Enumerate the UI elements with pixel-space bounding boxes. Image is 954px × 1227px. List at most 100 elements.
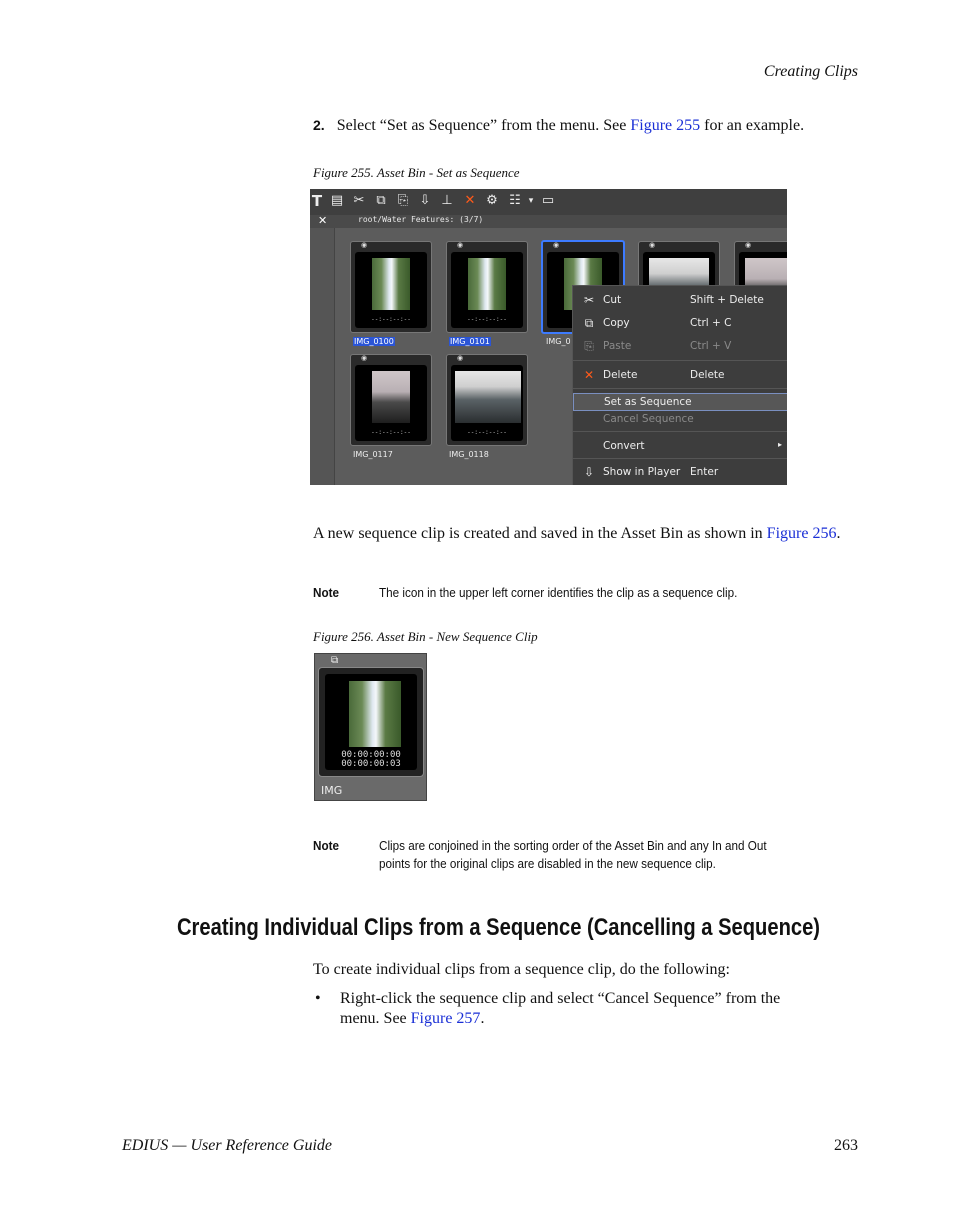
camera-icon: ◉ bbox=[745, 241, 752, 249]
submenu-arrow-icon: ▸ bbox=[777, 440, 782, 449]
paragraph-1: A new sequence clip is created and saved… bbox=[313, 524, 853, 544]
camera-icon: ◉ bbox=[649, 241, 656, 249]
scissors-icon: ✂ bbox=[583, 293, 595, 307]
menu-shortcut: Ctrl + C bbox=[690, 317, 732, 329]
context-menu: ✂ Cut Shift + Delete ⧉ Copy Ctrl + C ⎘ P… bbox=[572, 285, 787, 485]
menu-shortcut: Enter bbox=[690, 466, 719, 478]
copy-icon: ⧉ bbox=[584, 316, 594, 330]
paste-icon: ⎘ bbox=[584, 339, 594, 353]
paragraph-end: . bbox=[836, 525, 841, 542]
menu-label: Set as Sequence bbox=[604, 396, 692, 408]
clip-thumbnail[interactable]: ◉ --:--:--:-- bbox=[446, 354, 528, 446]
folder-path: root/Water Features: (3/7) bbox=[358, 215, 484, 224]
step-text-end: for an example. bbox=[700, 117, 805, 134]
figure-255-caption: Figure 255. Asset Bin - Set as Sequence bbox=[313, 165, 520, 180]
clip-thumbnail[interactable]: ◉ --:--:--:-- bbox=[350, 354, 432, 446]
bullet-marker: • bbox=[315, 990, 321, 1007]
bullet-end: . bbox=[480, 1010, 485, 1027]
menu-item-cancel-sequence[interactable]: Cancel Sequence bbox=[573, 411, 787, 429]
menu-label: Cancel Sequence bbox=[603, 413, 694, 425]
paragraph-2: To create individual clips from a sequen… bbox=[313, 961, 730, 978]
menu-item-show-in-player[interactable]: ⇩ Show in Player Enter bbox=[573, 464, 787, 482]
camera-icon: ◉ bbox=[457, 241, 464, 249]
figure-256-screenshot: ⧉ 00:00:00:00 00:00:00:03 IMG bbox=[314, 653, 427, 801]
clip-timecodes: 00:00:00:00 00:00:00:03 bbox=[325, 751, 417, 769]
menu-shortcut: Shift + Delete bbox=[690, 294, 764, 306]
sea-image bbox=[455, 371, 521, 423]
folder-path-bar: ✕ root/Water Features: (3/7) bbox=[310, 214, 787, 228]
menu-label: Copy bbox=[603, 317, 630, 329]
figure-256-link[interactable]: Figure 256 bbox=[767, 525, 837, 542]
bullet-text: menu. See bbox=[340, 1010, 411, 1027]
camera-icon: ◉ bbox=[553, 241, 560, 249]
clip-label[interactable]: IMG_0101 bbox=[449, 337, 491, 346]
step-number: 2. bbox=[313, 117, 325, 133]
note-line: Clips are conjoined in the sorting order… bbox=[379, 838, 767, 853]
player-icon: ⇩ bbox=[583, 465, 595, 479]
monitor-icon[interactable]: ▭ bbox=[541, 194, 555, 208]
close-icon[interactable]: ✕ bbox=[318, 214, 327, 227]
menu-shortcut: Ctrl + V bbox=[690, 340, 732, 352]
view-dropdown-icon[interactable]: ▾ bbox=[524, 194, 538, 208]
clip-timecode: --:--:--:-- bbox=[371, 316, 411, 323]
note-line: points for the original clips are disabl… bbox=[379, 856, 716, 871]
menu-label: Delete bbox=[603, 369, 638, 381]
figure-255-screenshot: T ▤ ✂ ⧉ ⎘ ⇩ ⊥ ✕ ⚙ ☷ ▾ ▭ ✕ root/Water Fea… bbox=[310, 189, 787, 485]
clip-timecode: --:--:--:-- bbox=[467, 316, 507, 323]
step-text: Select “Set as Sequence” from the menu. … bbox=[336, 117, 631, 134]
clip-timecode: --:--:--:-- bbox=[371, 429, 411, 436]
paragraph-text: A new sequence clip is created and saved… bbox=[313, 525, 767, 542]
bullet-line: Right-click the sequence clip and select… bbox=[340, 990, 781, 1007]
scissors-icon[interactable]: ✂ bbox=[352, 194, 366, 208]
delete-x-icon: ✕ bbox=[583, 368, 595, 382]
clip-timecode: --:--:--:-- bbox=[467, 429, 507, 436]
properties-icon[interactable]: ⚙ bbox=[485, 194, 499, 208]
add-to-timeline-icon[interactable]: ⇩ bbox=[418, 194, 432, 208]
sea-image bbox=[372, 371, 410, 423]
clip-thumbnail[interactable]: ◉ --:--:--:-- bbox=[350, 241, 432, 333]
menu-label: Convert bbox=[603, 440, 645, 452]
menu-label: Show in Player bbox=[603, 466, 681, 478]
note-text: The icon in the upper left corner identi… bbox=[379, 585, 738, 600]
page-number: 263 bbox=[834, 1137, 858, 1154]
clip-label[interactable]: IMG bbox=[321, 784, 342, 797]
copy-icon[interactable]: ⧉ bbox=[374, 194, 388, 208]
insert-icon[interactable]: ⊥ bbox=[440, 194, 454, 208]
menu-item-convert[interactable]: Convert ▸ bbox=[573, 438, 787, 456]
figure-255-link[interactable]: Figure 255 bbox=[630, 117, 700, 134]
view-icon[interactable]: ☷ bbox=[508, 194, 522, 208]
menu-item-set-as-sequence[interactable]: Set as Sequence bbox=[573, 393, 787, 411]
clip-icon[interactable]: ▤ bbox=[330, 194, 344, 208]
menu-shortcut: Delete bbox=[690, 369, 725, 381]
camera-icon: ◉ bbox=[361, 241, 368, 249]
menu-item-delete[interactable]: ✕ Delete Delete bbox=[573, 367, 787, 385]
clip-label[interactable]: IMG_0117 bbox=[353, 450, 393, 459]
menu-item-cut[interactable]: ✂ Cut Shift + Delete bbox=[573, 292, 787, 310]
timecode-out: 00:00:00:03 bbox=[341, 759, 401, 769]
clip-label[interactable]: IMG_0118 bbox=[449, 450, 489, 459]
clip-label[interactable]: IMG_0100 bbox=[353, 337, 395, 346]
sequence-icon: ⧉ bbox=[331, 655, 339, 666]
title-icon[interactable]: T bbox=[310, 194, 324, 209]
clip-label[interactable]: IMG_0 bbox=[546, 337, 571, 346]
sequence-clip[interactable]: 00:00:00:00 00:00:00:03 bbox=[318, 667, 424, 777]
folder-panel bbox=[310, 228, 335, 485]
step-2: 2. Select “Set as Sequence” from the menu… bbox=[313, 117, 804, 135]
menu-item-copy[interactable]: ⧉ Copy Ctrl + C bbox=[573, 315, 787, 333]
menu-label: Cut bbox=[603, 294, 622, 306]
asset-bin-toolbar: T ▤ ✂ ⧉ ⎘ ⇩ ⊥ ✕ ⚙ ☷ ▾ ▭ bbox=[310, 189, 787, 215]
waterfall-image bbox=[349, 681, 401, 747]
menu-label: Paste bbox=[603, 340, 632, 352]
running-header: Creating Clips bbox=[763, 63, 858, 80]
delete-x-icon[interactable]: ✕ bbox=[463, 194, 477, 208]
waterfall-image bbox=[372, 258, 410, 310]
footer-title: EDIUS — User Reference Guide bbox=[122, 1137, 333, 1154]
camera-icon: ◉ bbox=[457, 354, 464, 362]
menu-item-paste[interactable]: ⎘ Paste Ctrl + V bbox=[573, 338, 787, 356]
paste-icon[interactable]: ⎘ bbox=[396, 194, 410, 208]
figure-257-link[interactable]: Figure 257 bbox=[411, 1010, 481, 1027]
note-text: Clips are conjoined in the sorting order… bbox=[379, 837, 767, 873]
camera-icon: ◉ bbox=[361, 354, 368, 362]
clip-thumbnail[interactable]: ◉ --:--:--:-- bbox=[446, 241, 528, 333]
section-heading: Creating Individual Clips from a Sequenc… bbox=[177, 914, 821, 941]
